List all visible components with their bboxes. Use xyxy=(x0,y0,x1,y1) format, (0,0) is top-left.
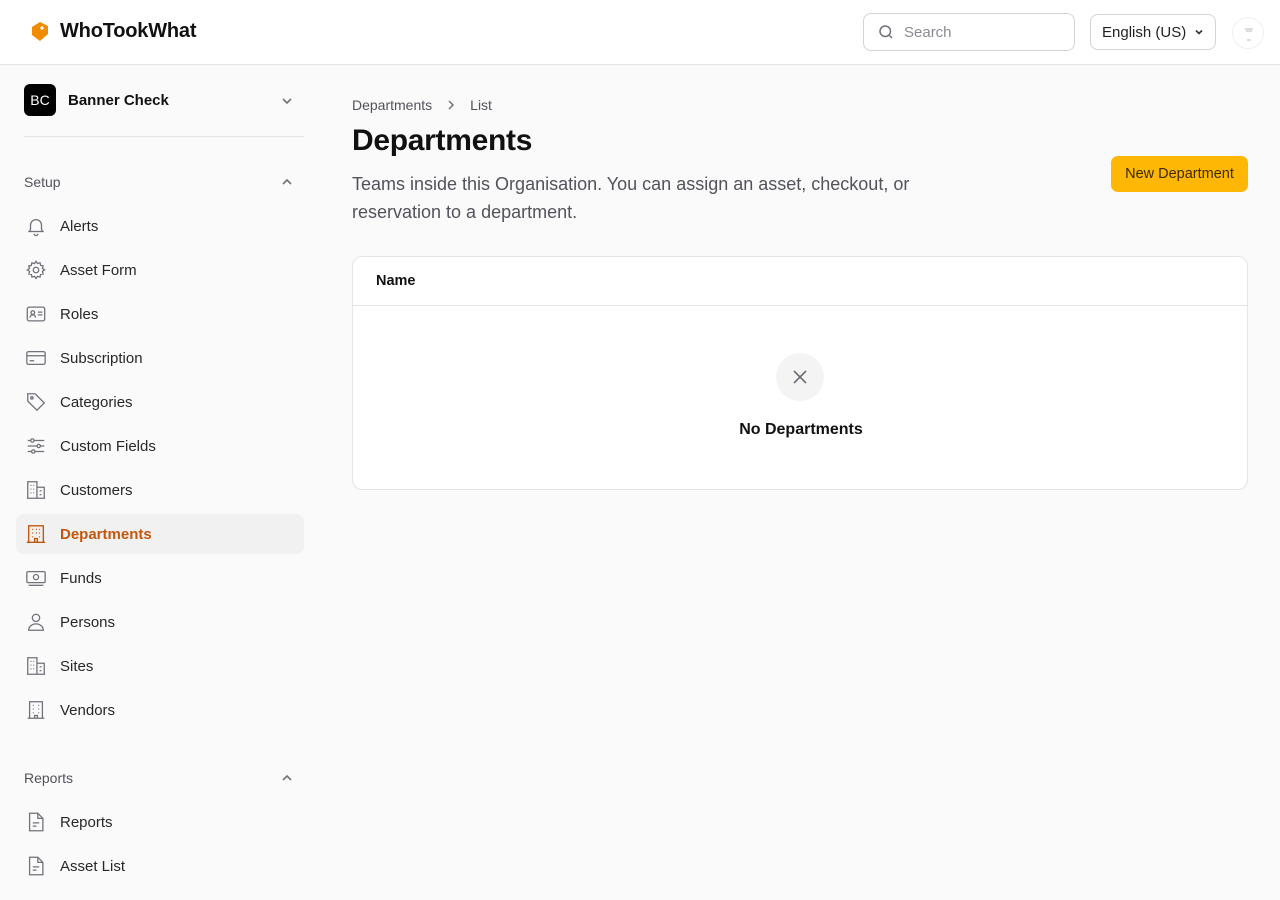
breadcrumb-list: List xyxy=(470,97,492,113)
tag-icon xyxy=(24,390,48,414)
sidebar-item-label: Roles xyxy=(60,305,99,323)
brand[interactable]: WhoTookWhat xyxy=(30,20,196,43)
gear-icon xyxy=(24,258,48,282)
search-input[interactable] xyxy=(904,23,1054,41)
table-header: Name xyxy=(353,257,1247,306)
org-badge: BC xyxy=(24,84,56,116)
section-reports[interactable]: Reports xyxy=(24,768,304,788)
sidebar-item-customers[interactable]: Customers xyxy=(16,470,304,510)
search-box[interactable] xyxy=(863,13,1075,51)
sidebar-item-label: Persons xyxy=(60,613,116,631)
breadcrumb-departments[interactable]: Departments xyxy=(352,97,432,113)
empty-state-text: No Departments xyxy=(739,421,863,438)
chevron-up-icon xyxy=(282,178,292,185)
buildings-icon xyxy=(24,654,48,678)
departments-table: Name No Departments xyxy=(352,256,1248,490)
sidebar-item-asset-list[interactable]: Asset List xyxy=(16,846,304,886)
sidebar-item-custom-fields[interactable]: Custom Fields xyxy=(16,426,304,466)
page-title: Departments xyxy=(352,124,533,157)
chevron-down-icon xyxy=(282,98,292,105)
sidebar-item-label: Customers xyxy=(60,481,133,499)
sidebar-item-alerts[interactable]: Alerts xyxy=(16,206,304,246)
sidebar-item-label: Alerts xyxy=(60,217,99,235)
sidebar-item-roles[interactable]: Roles xyxy=(16,294,304,334)
section-setup[interactable]: Setup xyxy=(24,172,304,192)
user-avatar[interactable] xyxy=(1232,17,1264,49)
page-description: Teams inside this Organisation. You can … xyxy=(352,174,910,222)
sidebar-item-asset-form[interactable]: Asset Form xyxy=(16,250,304,290)
sidebar-item-label: Vendors xyxy=(60,701,116,719)
empty-state-icon xyxy=(776,353,824,401)
building-icon xyxy=(24,698,48,722)
top-bar: WhoTookWhat English (US) xyxy=(0,0,1280,65)
sidebar-item-label: Asset List xyxy=(60,857,126,875)
building-icon xyxy=(24,478,48,502)
section-setup-title: Setup xyxy=(24,174,61,190)
org-switcher[interactable]: BC Banner Check xyxy=(24,84,304,116)
chevron-right-icon xyxy=(448,100,455,110)
sidebar-item-label: Departments xyxy=(60,525,152,543)
search-icon xyxy=(879,25,893,39)
breadcrumb: Departments List xyxy=(352,97,492,113)
chevron-up-icon xyxy=(282,774,292,781)
sidebar-item-departments[interactable]: Departments xyxy=(16,514,304,554)
sidebar-item-label: Funds xyxy=(60,569,102,587)
column-header-name[interactable]: Name xyxy=(376,273,416,289)
sidebar-item-categories[interactable]: Categories xyxy=(16,382,304,422)
divider xyxy=(24,136,304,137)
sidebar-item-label: Reports xyxy=(60,813,113,831)
office-building-icon xyxy=(24,522,48,546)
avatar-placeholder-icon xyxy=(1245,28,1253,41)
banknote-icon xyxy=(24,566,48,590)
document-icon xyxy=(24,810,48,834)
app-name: WhoTookWhat xyxy=(60,20,197,42)
sidebar-item-persons[interactable]: Persons xyxy=(16,602,304,642)
sidebar-item-label: Subscription xyxy=(60,349,143,367)
document-icon xyxy=(24,854,48,878)
credit-card-icon xyxy=(24,346,48,370)
id-card-icon xyxy=(24,302,48,326)
org-name: Banner Check xyxy=(68,91,169,109)
bell-icon xyxy=(24,214,48,238)
sidebar-item-sites[interactable]: Sites xyxy=(16,646,304,686)
sidebar-item-funds[interactable]: Funds xyxy=(16,558,304,598)
close-icon xyxy=(793,370,807,384)
sidebar-item-label: Sites xyxy=(60,657,94,675)
sidebar-item-label: Categories xyxy=(60,393,133,411)
new-department-button[interactable]: New Department xyxy=(1111,156,1248,192)
sidebar-item-reports[interactable]: Reports xyxy=(16,802,304,842)
sidebar: BC Banner Check Setup Alerts Asset Form … xyxy=(0,65,320,900)
chevron-down-icon xyxy=(1195,29,1203,35)
sidebar-item-subscription[interactable]: Subscription xyxy=(16,338,304,378)
tag-logo-icon xyxy=(32,21,48,41)
language-select[interactable]: English (US) xyxy=(1090,14,1216,50)
sidebar-item-vendors[interactable]: Vendors xyxy=(16,690,304,730)
section-reports-title: Reports xyxy=(24,770,74,786)
sidebar-item-label: Asset Form xyxy=(60,261,137,279)
user-icon xyxy=(24,610,48,634)
sliders-icon xyxy=(24,434,48,458)
sidebar-item-label: Custom Fields xyxy=(60,437,156,455)
language-value: English (US) xyxy=(1102,23,1187,41)
